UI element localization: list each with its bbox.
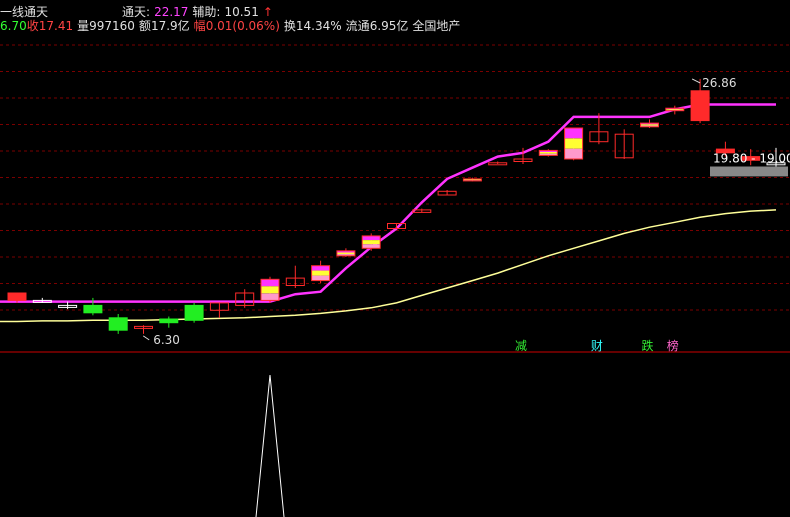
candle-body (7, 292, 27, 301)
candle-body-top (564, 128, 583, 139)
candle-body (184, 304, 204, 321)
range-label: 19.80 - 19.00 (713, 152, 790, 166)
candles (7, 78, 786, 334)
candle-body-mid (463, 179, 482, 181)
candle-body (159, 318, 179, 324)
candle-body-mid (261, 286, 279, 294)
candle-body-bottom (564, 148, 583, 159)
candle-body-mid (311, 270, 330, 276)
candle-body-bottom (261, 293, 279, 301)
candle-body-bottom (362, 244, 381, 249)
grid-lines (0, 44, 790, 353)
candle-body-mid (564, 138, 583, 149)
range-bar (710, 166, 788, 177)
low-pointer (142, 335, 150, 341)
sub-spike-line (255, 374, 285, 517)
bottom-label: 减 (515, 339, 527, 353)
candle-body-mid (665, 109, 684, 110)
candle-body (690, 90, 710, 122)
bottom-label: 财 (591, 339, 603, 353)
sub-panel (255, 374, 285, 517)
candle-body-top (311, 265, 330, 271)
bottom-label: 跌 (642, 338, 654, 353)
candle-body-mid (640, 124, 659, 126)
candle-body-top (261, 279, 279, 287)
high-pointer (691, 78, 701, 84)
kline-chart[interactable]: 26.86 6.30 19.80 - 19.00 减 财 跌榜 (0, 0, 790, 517)
candle-body-bottom (311, 275, 330, 281)
high-label: 26.86 (702, 76, 736, 90)
candle-body-mid (539, 152, 558, 154)
bottom-label: 榜 (667, 338, 679, 353)
candle-body-top (362, 235, 381, 240)
candle-body (83, 304, 103, 314)
low-label: 6.30 (153, 333, 180, 347)
candle-body-mid (362, 240, 381, 245)
candle-body-mid (336, 252, 355, 255)
candle-body (108, 317, 128, 331)
magenta-line-path (0, 103, 776, 303)
magenta-tongtian-line (0, 103, 776, 303)
